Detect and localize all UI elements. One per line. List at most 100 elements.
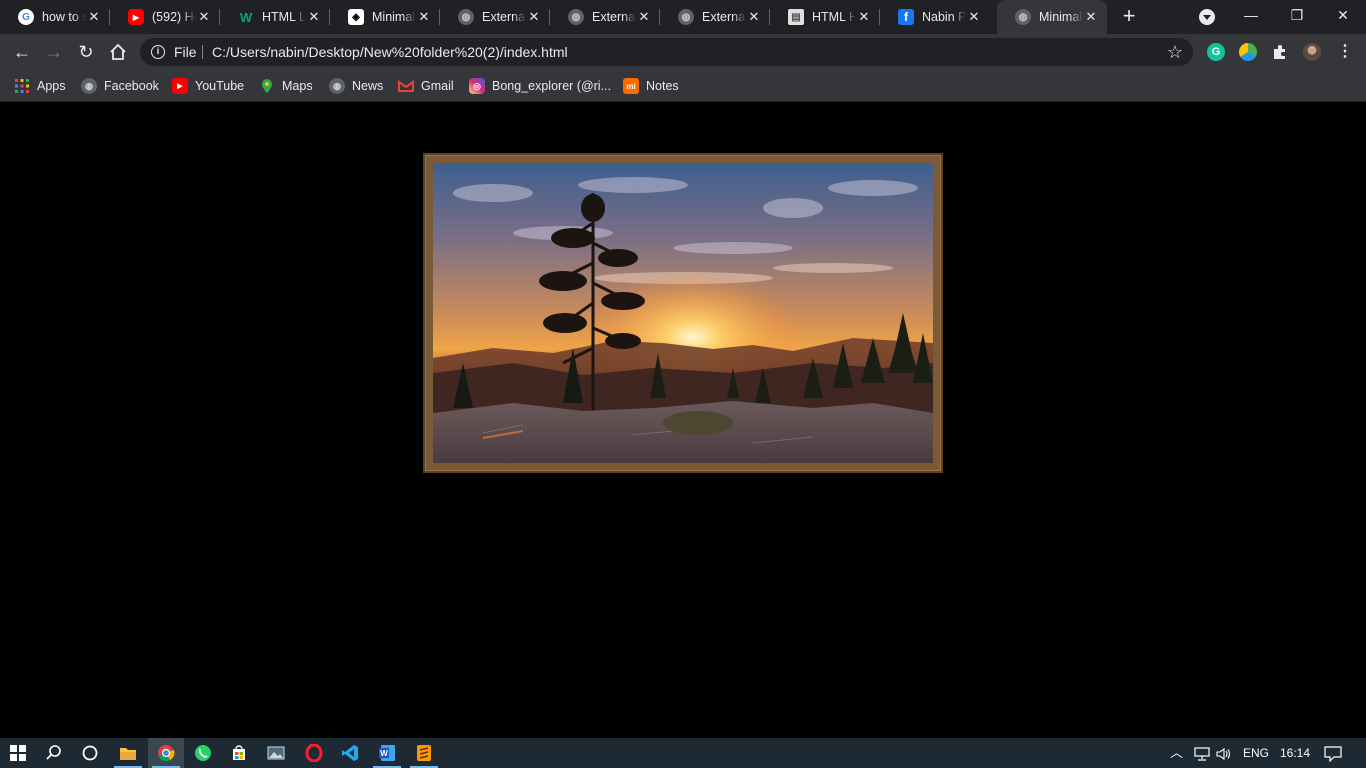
- tab-7[interactable]: ◍ External ✕: [660, 0, 770, 34]
- extensions-puzzle-icon[interactable]: [1271, 43, 1289, 61]
- speaker-icon: [1216, 747, 1231, 760]
- taskbar-vscode[interactable]: [332, 738, 368, 768]
- tab-title: Minimal: [1039, 10, 1083, 24]
- chrome-menu-icon[interactable]: ⋮: [1337, 42, 1353, 62]
- close-icon[interactable]: ✕: [1083, 9, 1099, 25]
- close-icon[interactable]: ✕: [856, 9, 872, 25]
- taskbar-whatsapp[interactable]: [185, 738, 221, 768]
- network-icon[interactable]: [1194, 738, 1210, 768]
- photos-icon: [267, 746, 285, 760]
- grammarly-icon[interactable]: G: [1207, 43, 1225, 61]
- bookmarks-bar: Apps ◍ Facebook ▶ YouTube Maps ◍ News Gm…: [0, 70, 1366, 102]
- globe-icon: ◍: [678, 9, 694, 25]
- tab-title: External: [482, 10, 526, 24]
- page-viewport: [0, 103, 1366, 738]
- new-tab-button[interactable]: +: [1117, 5, 1141, 29]
- globe-icon: ◍: [81, 78, 97, 94]
- page-icon: ▤: [788, 9, 804, 25]
- globe-icon: ◍: [329, 78, 345, 94]
- chevron-up-icon: ︿: [1170, 745, 1184, 760]
- tab-10-active[interactable]: ◍ Minimal ✕: [997, 0, 1107, 34]
- show-hidden-icons-button[interactable]: ︿: [1170, 738, 1183, 768]
- bookmark-label: Bong_explorer (@ri...: [492, 79, 611, 93]
- profile-avatar[interactable]: [1303, 43, 1321, 61]
- address-bar[interactable]: i File C:/Users/nabin/Desktop/New%20fold…: [140, 38, 1193, 66]
- search-icon: [46, 745, 61, 760]
- bookmark-notes[interactable]: mi Notes: [623, 76, 679, 96]
- taskbar-photos[interactable]: [258, 738, 294, 768]
- vscode-icon: [342, 745, 358, 761]
- close-icon[interactable]: ✕: [196, 9, 212, 25]
- taskbar-sublime[interactable]: [406, 738, 442, 768]
- forward-button[interactable]: →: [40, 38, 68, 66]
- bookmark-label: News: [352, 79, 384, 93]
- tab-title: (592) Ho: [152, 10, 196, 24]
- site-info-icon[interactable]: i: [151, 45, 165, 59]
- tab-2[interactable]: ▶ (592) Ho ✕: [110, 0, 220, 34]
- close-icon[interactable]: ✕: [746, 9, 762, 25]
- close-icon[interactable]: ✕: [526, 9, 542, 25]
- network-wired-icon: [1194, 747, 1210, 761]
- cortana-icon: [82, 745, 98, 761]
- tab-title: External: [702, 10, 746, 24]
- taskbar-word[interactable]: W: [369, 738, 405, 768]
- minimize-button[interactable]: —: [1228, 0, 1274, 30]
- file-chip: File: [174, 44, 197, 60]
- close-icon[interactable]: ✕: [306, 9, 322, 25]
- home-button[interactable]: [104, 38, 132, 66]
- taskbar-opera[interactable]: [296, 738, 332, 768]
- close-icon[interactable]: ✕: [966, 9, 982, 25]
- tab-1[interactable]: G how to s ✕: [0, 0, 110, 34]
- tab-9[interactable]: f Nabin Py ✕: [880, 0, 990, 34]
- tab-6[interactable]: ◍ External ✕: [550, 0, 660, 34]
- bookmark-news[interactable]: ◍ News: [329, 76, 383, 96]
- opera-icon: [305, 744, 323, 762]
- bookmark-maps[interactable]: Maps: [259, 76, 313, 96]
- volume-icon[interactable]: [1216, 738, 1232, 768]
- bookmark-youtube[interactable]: ▶ YouTube: [172, 76, 244, 96]
- clock[interactable]: 16:14: [1280, 738, 1310, 768]
- home-icon: [110, 43, 126, 60]
- tab-3[interactable]: W HTML Li ✕: [220, 0, 330, 34]
- codepen-icon: ◈: [348, 9, 364, 25]
- bookmark-facebook[interactable]: ◍ Facebook: [81, 76, 159, 96]
- bookmark-apps[interactable]: Apps: [14, 76, 66, 96]
- bookmark-gmail[interactable]: Gmail: [398, 76, 454, 96]
- tab-4[interactable]: ◈ Minimal ✕: [330, 0, 440, 34]
- store-icon: [233, 745, 245, 760]
- back-button[interactable]: ←: [8, 38, 36, 66]
- facebook-icon: f: [898, 9, 914, 25]
- youtube-icon: ▶: [172, 78, 188, 94]
- tab-5[interactable]: ◍ External ✕: [440, 0, 550, 34]
- tab-title: External: [592, 10, 636, 24]
- close-icon[interactable]: ✕: [416, 9, 432, 25]
- close-icon[interactable]: ✕: [636, 9, 652, 25]
- reload-button[interactable]: ↻: [72, 38, 100, 66]
- taskbar-chrome[interactable]: [148, 738, 184, 768]
- search-button[interactable]: [36, 738, 72, 768]
- extension-icon[interactable]: [1239, 43, 1257, 61]
- svg-text:W: W: [380, 749, 388, 758]
- sunset-photo: [433, 163, 933, 463]
- globe-icon: ◍: [1015, 9, 1031, 25]
- tab-title: HTML Li: [262, 10, 306, 24]
- taskbar-store[interactable]: [221, 738, 257, 768]
- url-text[interactable]: C:/Users/nabin/Desktop/New%20folder%20(2…: [212, 43, 568, 61]
- close-window-button[interactable]: ✕: [1320, 0, 1366, 30]
- bookmark-label: Notes: [646, 79, 679, 93]
- tab-search-icon[interactable]: [1199, 9, 1215, 25]
- bookmark-label: YouTube: [195, 79, 245, 93]
- windows-taskbar: W ︿ ENG 16:14: [0, 738, 1366, 768]
- globe-icon: ◍: [568, 9, 584, 25]
- tab-8[interactable]: ▤ HTML Hy ✕: [770, 0, 880, 34]
- language-indicator[interactable]: ENG: [1243, 738, 1269, 768]
- restore-button[interactable]: ❐: [1274, 0, 1320, 30]
- cortana-button[interactable]: [72, 738, 108, 768]
- bookmark-star-icon[interactable]: ☆: [1167, 41, 1183, 63]
- bookmark-instagram[interactable]: ◎ Bong_explorer (@ri...: [469, 76, 611, 96]
- windows-logo-icon: [10, 745, 26, 761]
- close-icon[interactable]: ✕: [86, 9, 102, 25]
- start-button[interactable]: [0, 738, 36, 768]
- taskbar-file-explorer[interactable]: [110, 738, 146, 768]
- action-center-button[interactable]: [1324, 738, 1342, 768]
